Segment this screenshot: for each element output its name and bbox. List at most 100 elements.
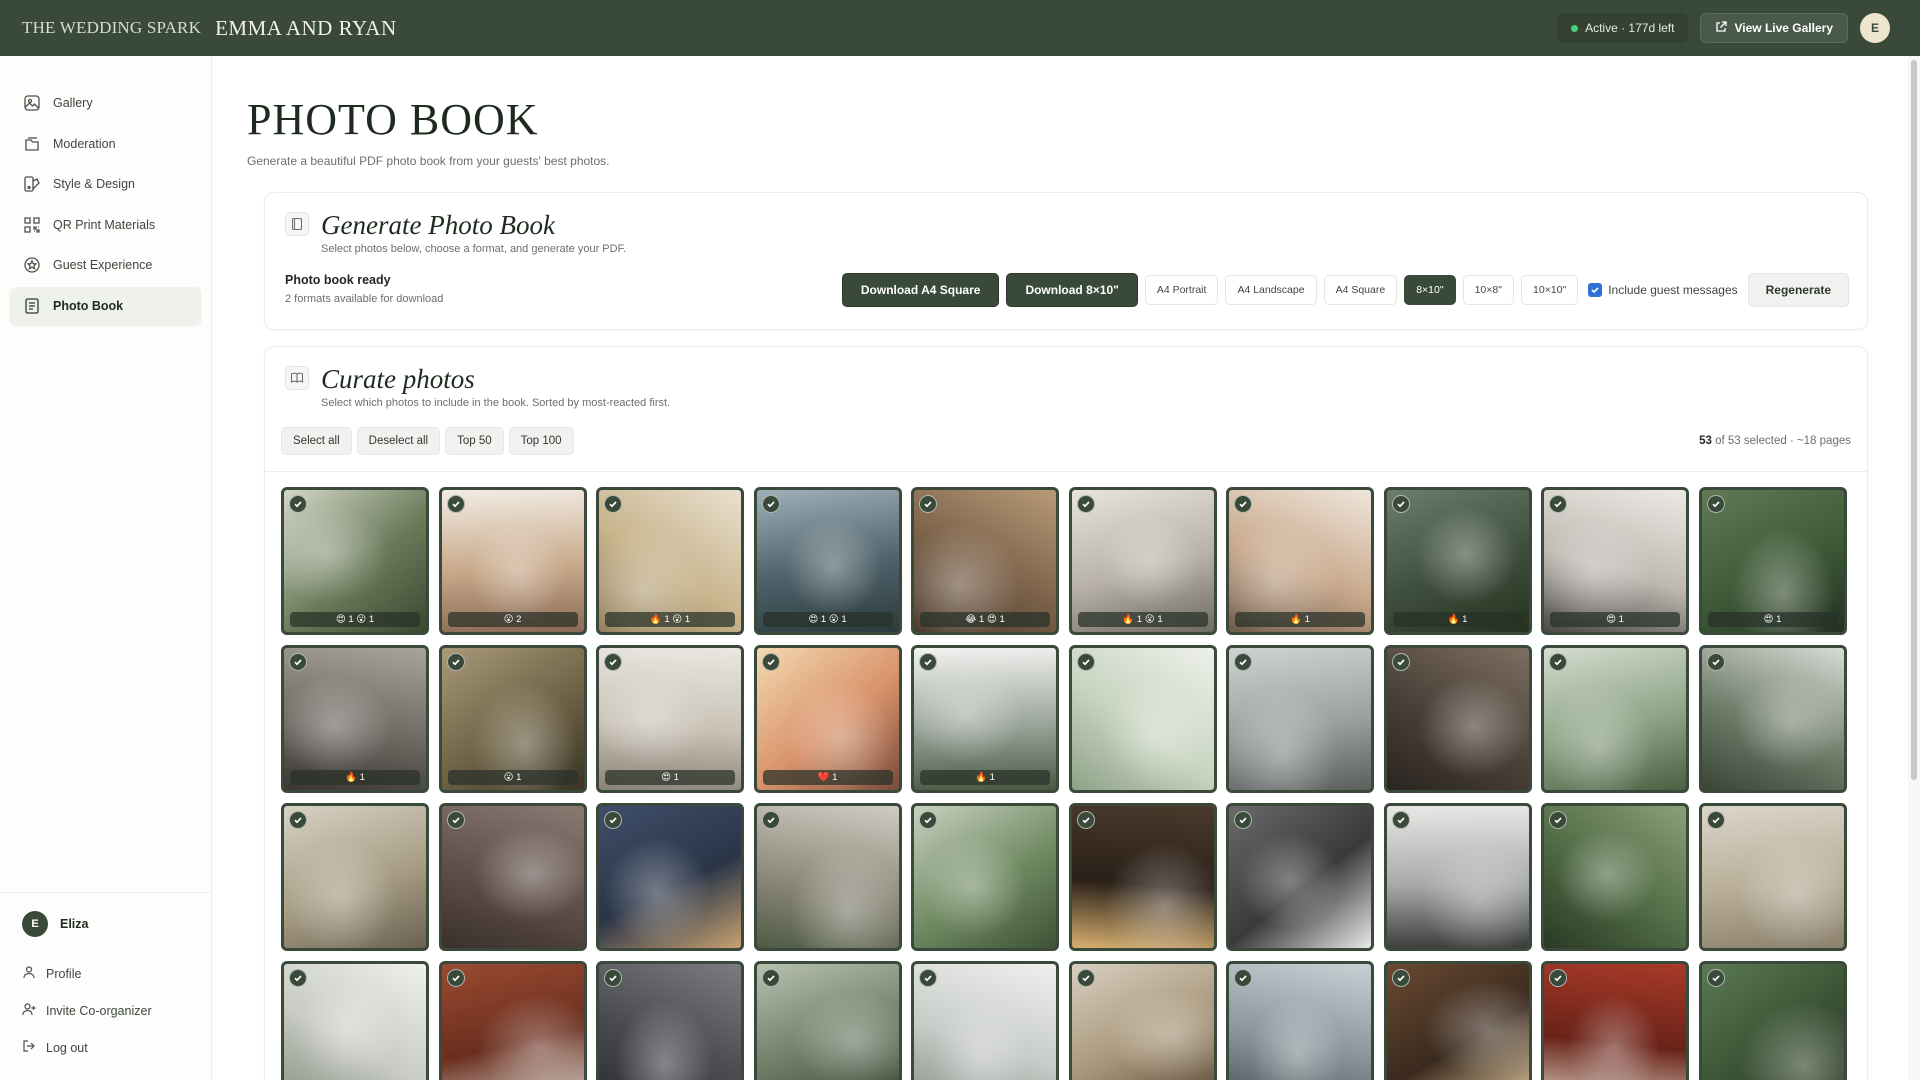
check-icon[interactable] <box>1549 495 1567 513</box>
include-guest-messages-toggle[interactable]: Include guest messages <box>1588 283 1738 297</box>
top-50-button[interactable]: Top 50 <box>445 427 504 455</box>
check-icon[interactable] <box>1706 495 1725 513</box>
page-scrollbar[interactable] <box>1908 56 1920 1080</box>
photo-tile[interactable]: 🔥 1 <box>911 645 1059 793</box>
check-icon[interactable] <box>1076 495 1095 513</box>
photo-tile[interactable] <box>1541 961 1689 1080</box>
check-icon[interactable] <box>1391 653 1410 671</box>
photo-tile[interactable]: 🔥 1 😮 1 <box>1068 487 1217 635</box>
format-10x8[interactable]: 10×8" <box>1462 275 1514 305</box>
sidebar-item-guest-experience[interactable]: Guest Experience <box>10 246 201 284</box>
check-icon[interactable] <box>1549 653 1567 671</box>
photo-tile[interactable]: 😍 1 😮 1 <box>753 487 902 635</box>
photo-tile[interactable]: 😍 1 😮 1 <box>281 487 429 635</box>
photo-tile[interactable] <box>1226 803 1374 951</box>
check-icon[interactable] <box>761 653 780 671</box>
sidebar-item-qr-print-materials[interactable]: QR Print Materials <box>10 206 201 244</box>
photo-tile[interactable]: 🔥 1 <box>281 645 429 793</box>
regenerate-button[interactable]: Regenerate <box>1747 273 1849 307</box>
check-icon[interactable] <box>1391 969 1410 987</box>
check-icon[interactable] <box>1391 495 1410 513</box>
photo-tile[interactable] <box>1698 961 1847 1080</box>
check-icon[interactable] <box>919 653 937 671</box>
photo-tile[interactable]: 🔥 1 <box>1383 487 1532 635</box>
photo-tile[interactable]: 🔥 1 😮 1 <box>596 487 744 635</box>
photo-tile[interactable] <box>281 961 429 1080</box>
profile-link[interactable]: Profile <box>22 955 189 992</box>
select-all-button[interactable]: Select all <box>281 427 352 455</box>
photo-tile[interactable] <box>753 803 902 951</box>
download-a4-square-button[interactable]: Download A4 Square <box>841 273 1000 307</box>
check-icon[interactable] <box>1706 811 1725 829</box>
photo-tile[interactable]: 😍 1 <box>1541 487 1689 635</box>
check-icon[interactable] <box>604 969 622 987</box>
brand-logo[interactable]: THE WEDDING SPARK <box>22 18 201 38</box>
check-icon[interactable] <box>1706 969 1725 987</box>
check-icon[interactable] <box>289 653 307 671</box>
photo-tile[interactable]: 😮 1 <box>438 645 587 793</box>
photo-tile[interactable] <box>1068 645 1217 793</box>
photo-tile[interactable] <box>596 803 744 951</box>
format-8x10[interactable]: 8×10" <box>1404 275 1456 305</box>
check-icon[interactable] <box>919 969 937 987</box>
check-icon[interactable] <box>1076 811 1095 829</box>
photo-tile[interactable] <box>1068 961 1217 1080</box>
photo-tile[interactable]: ❤️ 1 <box>753 645 902 793</box>
photo-tile[interactable] <box>1226 961 1374 1080</box>
format-a4-square[interactable]: A4 Square <box>1323 275 1398 305</box>
photo-tile[interactable] <box>911 803 1059 951</box>
view-live-gallery-button[interactable]: View Live Gallery <box>1700 13 1848 43</box>
photo-tile[interactable] <box>1698 645 1847 793</box>
top-100-button[interactable]: Top 100 <box>508 427 574 455</box>
photo-tile[interactable]: 🔥 1 <box>1226 487 1374 635</box>
photo-tile[interactable] <box>1226 645 1374 793</box>
format-10x10[interactable]: 10×10" <box>1520 275 1579 305</box>
photo-tile[interactable]: 😍 1 <box>596 645 744 793</box>
check-icon[interactable] <box>1076 653 1095 671</box>
check-icon[interactable] <box>446 969 465 987</box>
format-a4-landscape[interactable]: A4 Landscape <box>1225 275 1317 305</box>
check-icon[interactable] <box>446 653 465 671</box>
photo-tile[interactable] <box>1383 645 1532 793</box>
photo-tile[interactable] <box>1541 645 1689 793</box>
deselect-all-button[interactable]: Deselect all <box>356 427 441 455</box>
sidebar-item-photo-book[interactable]: Photo Book <box>10 286 201 325</box>
checkbox-checked-icon[interactable] <box>1588 283 1603 297</box>
sidebar-item-style-design[interactable]: Style & Design <box>10 165 201 203</box>
log-out-link[interactable]: Log out <box>22 1029 189 1066</box>
download-8x10-button[interactable]: Download 8×10" <box>1006 273 1138 307</box>
photo-tile[interactable] <box>1068 803 1217 951</box>
check-icon[interactable] <box>919 811 937 829</box>
photo-tile[interactable] <box>438 961 587 1080</box>
check-icon[interactable] <box>1706 653 1725 671</box>
photo-tile[interactable] <box>1698 803 1847 951</box>
sidebar-item-moderation[interactable]: Moderation <box>10 125 201 163</box>
check-icon[interactable] <box>1234 495 1252 513</box>
check-icon[interactable] <box>919 495 937 513</box>
check-icon[interactable] <box>1234 653 1252 671</box>
check-icon[interactable] <box>1549 969 1567 987</box>
invite-co-organizer-link[interactable]: Invite Co-organizer <box>22 992 189 1029</box>
photo-tile[interactable] <box>1541 803 1689 951</box>
check-icon[interactable] <box>1234 969 1252 987</box>
sidebar-item-gallery[interactable]: Gallery <box>10 84 201 122</box>
photo-tile[interactable]: 😮 2 <box>438 487 587 635</box>
check-icon[interactable] <box>289 495 307 513</box>
photo-tile[interactable] <box>438 803 587 951</box>
photo-tile[interactable]: 😍 1 <box>1698 487 1847 635</box>
check-icon[interactable] <box>289 969 307 987</box>
check-icon[interactable] <box>761 495 780 513</box>
check-icon[interactable] <box>604 495 622 513</box>
scrollbar-thumb[interactable] <box>1911 60 1917 780</box>
check-icon[interactable] <box>761 969 780 987</box>
photo-tile[interactable] <box>911 961 1059 1080</box>
check-icon[interactable] <box>761 811 780 829</box>
photo-tile[interactable] <box>753 961 902 1080</box>
check-icon[interactable] <box>289 811 307 829</box>
photo-tile[interactable]: 😂 1 😍 1 <box>911 487 1059 635</box>
check-icon[interactable] <box>446 495 465 513</box>
check-icon[interactable] <box>446 811 465 829</box>
photo-tile[interactable] <box>1383 803 1532 951</box>
photo-tile[interactable] <box>596 961 744 1080</box>
account-avatar[interactable]: E <box>1860 13 1890 43</box>
